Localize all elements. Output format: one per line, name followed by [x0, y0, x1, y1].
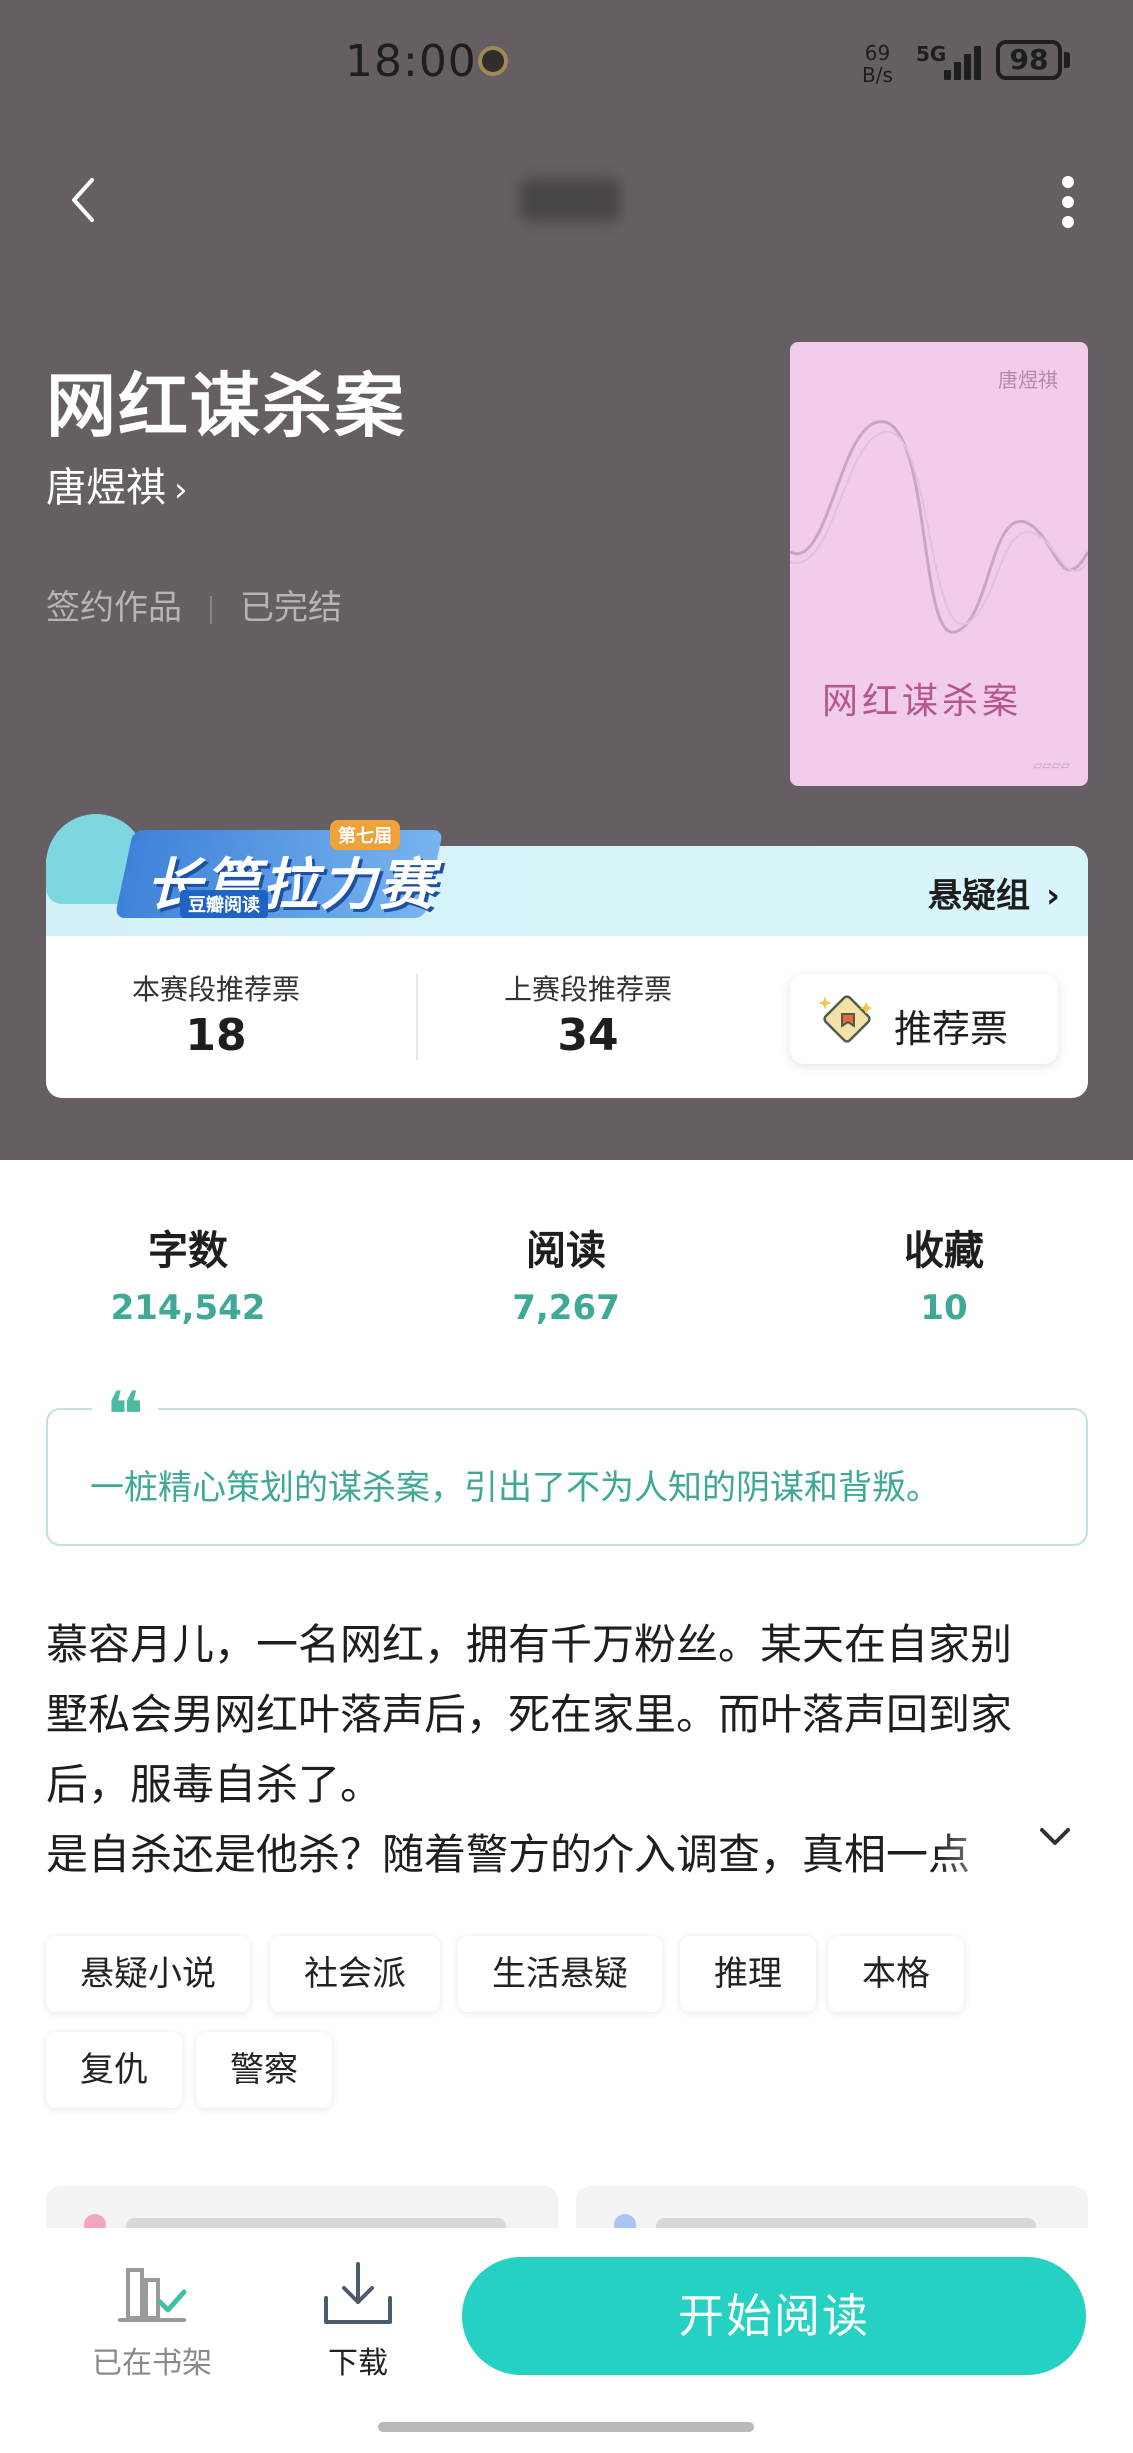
stat-word-count: 字数 214,542	[58, 1218, 318, 1328]
notification-icon	[478, 46, 508, 76]
author-name: 唐煜祺	[46, 465, 166, 511]
more-dots-icon	[1062, 176, 1074, 188]
home-indicator[interactable]	[378, 2422, 754, 2432]
download-icon	[324, 2262, 392, 2324]
nav-title-placeholder	[520, 178, 620, 222]
back-button[interactable]	[56, 170, 116, 230]
more-options-button[interactable]	[1050, 170, 1086, 230]
vote-divider	[416, 974, 418, 1060]
tag-chip[interactable]: 悬疑小说	[46, 1936, 250, 2012]
chevron-down-icon	[1040, 1828, 1070, 1845]
stat-reads: 阅读 7,267	[436, 1218, 696, 1328]
tagline-text: 一桩精心策划的谋杀案，引出了不为人知的阴谋和背叛。	[90, 1468, 940, 1508]
current-votes: 本赛段推荐票 18	[66, 968, 366, 1061]
status-bar: 18:00 69 B/s 5G 98	[0, 0, 1133, 120]
cover-publisher-mark: ▱▱▱▱	[1033, 758, 1070, 772]
contest-group-link[interactable]: 悬疑组 ›	[928, 868, 1060, 917]
book-cover[interactable]: 唐煜祺 网红谋杀案 ▱▱▱▱	[790, 342, 1088, 786]
cover-author: 唐煜祺	[998, 368, 1058, 392]
book-meta: 签约作品 已完结	[46, 580, 342, 629]
ticket-icon	[820, 995, 872, 1043]
current-votes-label: 本赛段推荐票	[131, 973, 300, 1006]
book-title: 网红谋杀案	[46, 365, 406, 447]
chevron-left-icon	[72, 178, 94, 222]
network-type: 5G	[916, 42, 947, 66]
contest-group-label: 悬疑组	[927, 876, 1030, 916]
chevron-right-icon: ›	[1045, 876, 1060, 916]
text-fade	[936, 1820, 1026, 1890]
tag-chip[interactable]: 社会派	[270, 1936, 440, 2012]
quote-icon: ❝	[92, 1384, 158, 1438]
stat-value: 10	[920, 1288, 968, 1328]
start-reading-button[interactable]: 开始阅读	[462, 2257, 1086, 2375]
recommend-ticket-button[interactable]: 推荐票	[790, 974, 1058, 1064]
tag-chip[interactable]: 复仇	[46, 2032, 182, 2108]
synopsis-line: 后，服毒自杀了。	[46, 1760, 383, 1809]
network-speed: 69 B/s	[862, 41, 893, 87]
bookshelf-icon	[118, 2268, 187, 2322]
synopsis-line: 是自杀还是他杀？随着警方的介入调查，真相一点	[46, 1820, 1026, 1890]
download-label: 下载	[328, 2346, 388, 2381]
synopsis-line: 慕容月儿，一名网红，拥有千万粉丝。某天在自家别	[46, 1620, 1013, 1669]
previous-votes: 上赛段推荐票 34	[438, 968, 738, 1061]
contest-edition-badge: 第七届	[330, 820, 400, 850]
stat-label: 收藏	[904, 1228, 984, 1274]
synopsis[interactable]: 慕容月儿，一名网红，拥有千万粉丝。某天在自家别 墅私会男网红叶落声后，死在家里。…	[46, 1610, 1096, 1890]
contest-logo: 长篇拉力赛 第七届 豆瓣阅读	[114, 820, 454, 932]
recommend-ticket-label: 推荐票	[894, 1007, 1009, 1051]
battery-tip	[1064, 52, 1070, 68]
signed-label: 签约作品	[46, 588, 182, 628]
tag-chip[interactable]: 警察	[196, 2032, 332, 2108]
bookshelf-label: 已在书架	[92, 2346, 212, 2381]
cover-title: 网红谋杀案	[822, 681, 1023, 722]
status-time: 18:00	[345, 36, 477, 87]
completion-status: 已完结	[240, 588, 342, 628]
chevron-right-icon: ›	[174, 470, 188, 510]
bookshelf-button[interactable]: 已在书架	[72, 2258, 232, 2382]
contest-platform-label: 豆瓣阅读	[180, 890, 268, 918]
divider	[210, 595, 212, 624]
cover-wave-art	[790, 420, 1088, 634]
stat-label: 字数	[148, 1228, 228, 1274]
stat-value: 214,542	[110, 1288, 266, 1328]
tag-chip[interactable]: 本格	[828, 1936, 964, 2012]
stat-label: 阅读	[526, 1228, 606, 1274]
signal-icon	[944, 44, 986, 80]
previous-votes-count: 34	[557, 1010, 619, 1061]
synopsis-line: 墅私会男网红叶落声后，死在家里。而叶落声回到家	[46, 1690, 1013, 1739]
stat-favorites: 收藏 10	[814, 1218, 1074, 1328]
author-link[interactable]: 唐煜祺 ›	[46, 455, 188, 513]
stat-value: 7,267	[512, 1288, 620, 1328]
contest-card: 长篇拉力赛 第七届 豆瓣阅读 悬疑组 › 本赛段推荐票 18 上赛段推荐票 34 …	[46, 814, 1088, 1098]
download-button[interactable]: 下载	[278, 2258, 438, 2382]
tagline-box: ❝ 一桩精心策划的谋杀案，引出了不为人知的阴谋和背叛。	[46, 1384, 1088, 1546]
previous-votes-label: 上赛段推荐票	[503, 973, 672, 1006]
tag-chip[interactable]: 生活悬疑	[458, 1936, 662, 2012]
bottom-action-bar: 已在书架 下载 开始阅读	[0, 2228, 1133, 2453]
expand-synopsis-button[interactable]	[1030, 1812, 1080, 1862]
battery-icon: 98	[996, 40, 1062, 80]
current-votes-count: 18	[185, 1010, 247, 1061]
tag-chip[interactable]: 推理	[680, 1936, 816, 2012]
